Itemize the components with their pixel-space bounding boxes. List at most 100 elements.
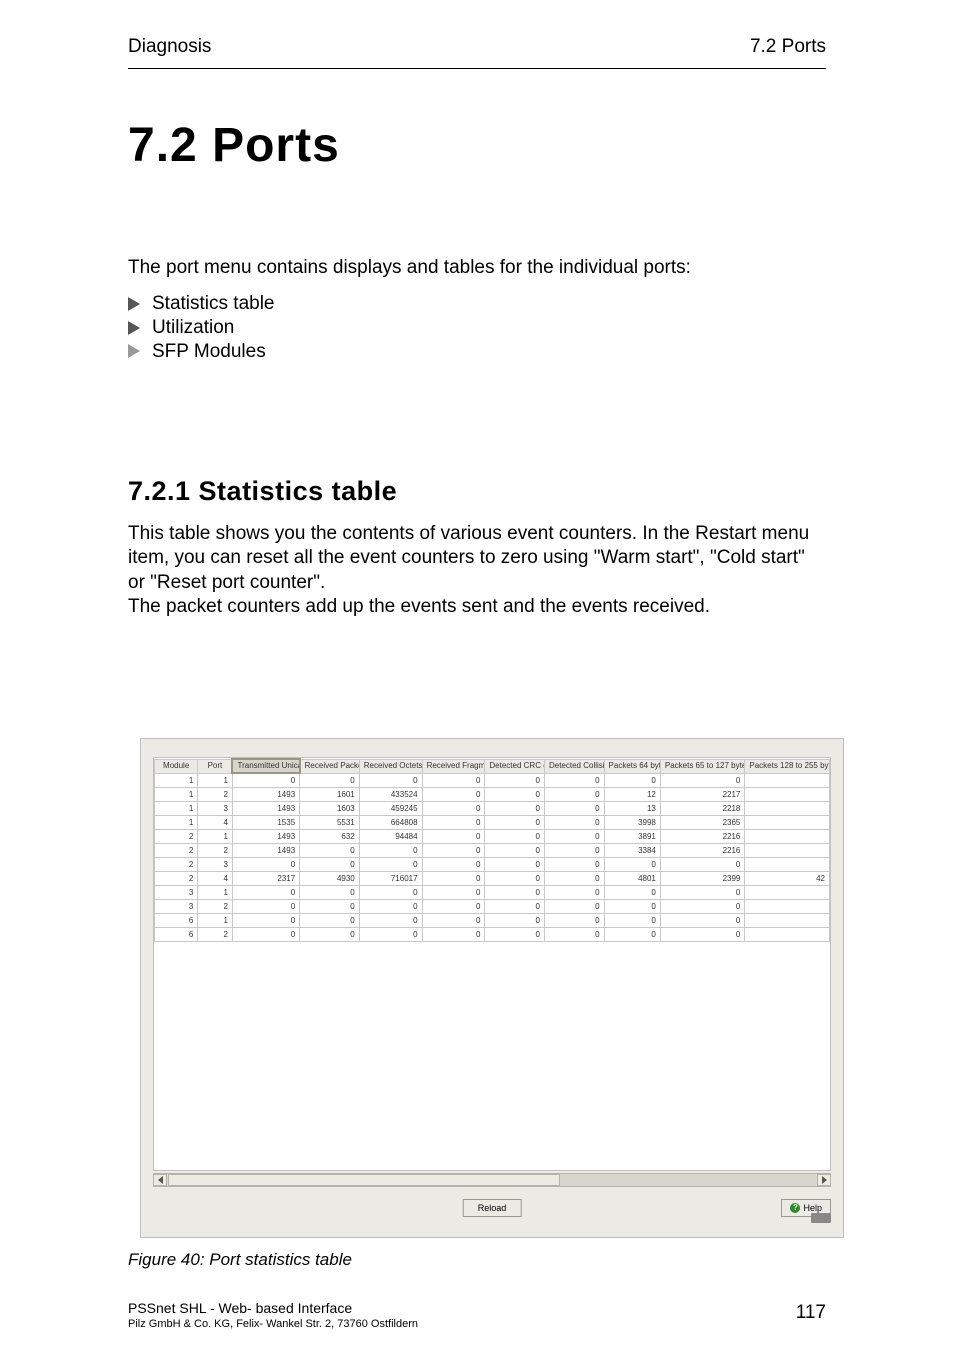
column-header[interactable]: Packets 65 to 127 bytes bbox=[660, 759, 745, 773]
table-cell bbox=[745, 816, 830, 830]
reload-button[interactable]: Reload bbox=[463, 1199, 522, 1217]
table-cell: 2 bbox=[155, 858, 198, 872]
table-cell: 3 bbox=[155, 900, 198, 914]
table-cell: 0 bbox=[422, 816, 485, 830]
table-cell: 0 bbox=[604, 886, 660, 900]
table-cell: 3 bbox=[155, 886, 198, 900]
footer-line-1: PSSnet SHL - Web- based Interface bbox=[128, 1300, 352, 1316]
triangle-bullet-icon bbox=[128, 344, 140, 358]
table-cell: 1493 bbox=[232, 788, 299, 802]
table-row[interactable]: 24231749307160170004801239942 bbox=[155, 872, 830, 886]
app-window: ModulePortTransmitted Unicast PacketsRec… bbox=[140, 738, 844, 1238]
table-cell: 0 bbox=[485, 858, 545, 872]
table-cell: 0 bbox=[660, 914, 745, 928]
page-title: 7.2 Ports bbox=[128, 118, 340, 173]
column-header[interactable]: Received Fragments bbox=[422, 759, 485, 773]
scrollbar-thumb[interactable] bbox=[168, 1174, 560, 1186]
status-tag bbox=[811, 1213, 831, 1223]
table-row[interactable]: 141535553166480800039982365 bbox=[155, 816, 830, 830]
table-cell: 0 bbox=[660, 928, 745, 942]
table-cell: 4801 bbox=[604, 872, 660, 886]
table-cell: 13 bbox=[604, 802, 660, 816]
table-cell: 0 bbox=[300, 900, 360, 914]
column-header[interactable]: Received Octets bbox=[359, 759, 422, 773]
table-cell: 0 bbox=[422, 858, 485, 872]
column-header[interactable]: Packets 128 to 255 byte bbox=[745, 759, 830, 773]
table-row[interactable]: 3100000000 bbox=[155, 886, 830, 900]
table-cell: 0 bbox=[485, 802, 545, 816]
table-cell: 0 bbox=[359, 773, 422, 788]
table-viewport: ModulePortTransmitted Unicast PacketsRec… bbox=[153, 757, 831, 1171]
table-cell: 0 bbox=[485, 914, 545, 928]
section-heading: 7.2.1 Statistics table bbox=[128, 476, 397, 507]
table-cell: 0 bbox=[485, 928, 545, 942]
column-header[interactable]: Transmitted Unicast Packets bbox=[232, 759, 299, 773]
table-row[interactable]: 2300000000 bbox=[155, 858, 830, 872]
table-cell: 0 bbox=[544, 858, 604, 872]
figure-caption: Figure 40: Port statistics table bbox=[128, 1250, 352, 1270]
column-header[interactable]: Detected CRC errors bbox=[485, 759, 545, 773]
table-cell: 0 bbox=[660, 900, 745, 914]
table-cell: 1 bbox=[155, 788, 198, 802]
table-cell: 0 bbox=[232, 928, 299, 942]
table-cell: 0 bbox=[485, 886, 545, 900]
scroll-right-button[interactable] bbox=[817, 1174, 831, 1186]
table-row[interactable]: 1314931603459245000132218 bbox=[155, 802, 830, 816]
app-button-bar: Reload ? Help bbox=[141, 1199, 843, 1225]
table-cell: 0 bbox=[485, 830, 545, 844]
table-row[interactable]: 3200000000 bbox=[155, 900, 830, 914]
table-cell: 0 bbox=[359, 914, 422, 928]
column-header[interactable]: Packets 64 bytes bbox=[604, 759, 660, 773]
table-cell: 94484 bbox=[359, 830, 422, 844]
table-cell: 2317 bbox=[232, 872, 299, 886]
section-body: This table shows you the contents of var… bbox=[128, 522, 826, 619]
table-cell: 0 bbox=[544, 773, 604, 788]
table-cell: 0 bbox=[422, 872, 485, 886]
help-icon: ? bbox=[790, 1203, 800, 1213]
header-rule bbox=[128, 68, 826, 69]
table-cell bbox=[745, 788, 830, 802]
table-cell: 716017 bbox=[359, 872, 422, 886]
horizontal-scrollbar[interactable] bbox=[153, 1173, 831, 1187]
table-cell: 0 bbox=[485, 872, 545, 886]
table-cell: 664808 bbox=[359, 816, 422, 830]
table-cell: 1 bbox=[198, 914, 233, 928]
table-cell: 0 bbox=[422, 886, 485, 900]
section-paragraph-1: This table shows you the contents of var… bbox=[128, 523, 809, 593]
column-header[interactable]: Module bbox=[155, 759, 198, 773]
scroll-left-button[interactable] bbox=[153, 1174, 167, 1186]
table-cell bbox=[745, 830, 830, 844]
table-cell: 0 bbox=[544, 872, 604, 886]
bullet-list: Statistics table Utilization SFP Modules bbox=[128, 292, 275, 363]
statistics-table: ModulePortTransmitted Unicast PacketsRec… bbox=[154, 758, 830, 942]
table-row[interactable]: 2214930000033842216 bbox=[155, 844, 830, 858]
table-row[interactable]: 1214931601433524000122217 bbox=[155, 788, 830, 802]
chevron-left-icon bbox=[158, 1176, 163, 1184]
table-cell: 0 bbox=[422, 914, 485, 928]
table-row[interactable]: 6200000000 bbox=[155, 928, 830, 942]
table-cell: 0 bbox=[544, 886, 604, 900]
table-cell: 0 bbox=[359, 886, 422, 900]
table-cell: 2216 bbox=[660, 830, 745, 844]
table-row[interactable]: 6100000000 bbox=[155, 914, 830, 928]
table-cell: 3 bbox=[198, 858, 233, 872]
table-cell: 0 bbox=[422, 830, 485, 844]
table-cell: 0 bbox=[232, 914, 299, 928]
table-cell: 2365 bbox=[660, 816, 745, 830]
page-number: 117 bbox=[796, 1302, 826, 1324]
table-cell: 0 bbox=[422, 928, 485, 942]
table-cell: 1601 bbox=[300, 788, 360, 802]
table-cell: 1 bbox=[155, 816, 198, 830]
table-cell bbox=[745, 886, 830, 900]
column-header[interactable]: Detected Collisions bbox=[544, 759, 604, 773]
table-cell: 0 bbox=[300, 844, 360, 858]
page-header: Diagnosis 7.2 Ports bbox=[128, 36, 826, 58]
column-header[interactable]: Port bbox=[198, 759, 233, 773]
table-cell bbox=[745, 928, 830, 942]
table-cell: 12 bbox=[604, 788, 660, 802]
table-cell: 3384 bbox=[604, 844, 660, 858]
column-header[interactable]: Received Packets bbox=[300, 759, 360, 773]
table-row[interactable]: 2114936329448400038912216 bbox=[155, 830, 830, 844]
table-row[interactable]: 1100000000 bbox=[155, 773, 830, 788]
table-cell: 0 bbox=[544, 802, 604, 816]
